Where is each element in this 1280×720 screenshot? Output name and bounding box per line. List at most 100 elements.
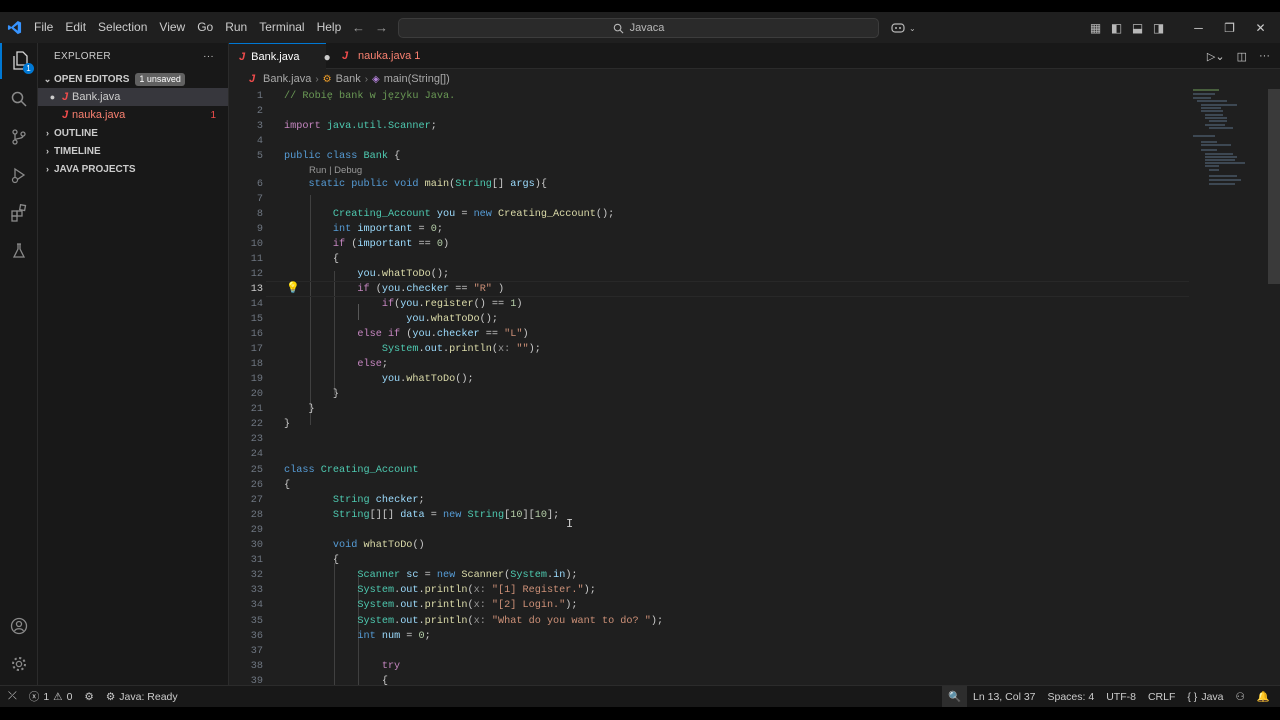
title-bar-right: ▦ ◧ ⬓ ◨ ─ ❐ ✕ [1085,12,1280,43]
bell-icon: 🔔 [1256,691,1270,703]
code-line: 28 String[][] data = new String[10][10]; [250,510,560,521]
accounts-activity-button[interactable] [0,608,38,644]
minimize-icon[interactable]: ─ [1183,21,1214,35]
tab-bank-java[interactable]: J Bank.java ● [229,43,331,69]
run-debug-icon [11,167,26,184]
open-editor-nauka-java[interactable]: J nauka.java 1 [38,106,228,124]
minimap-line [1193,97,1211,99]
remote-indicator[interactable]: ⤫ [0,686,23,708]
code-line: 8 Creating_Account you = new Creating_Ac… [256,209,615,220]
explorer-activity-button[interactable]: 1 [0,43,38,79]
menu-terminal[interactable]: Terminal [253,12,310,43]
remote-icon: ⤫ [8,690,17,702]
minimap-line [1201,104,1237,106]
code-line: 24 [250,449,263,460]
code-line: 36 int num = 0; [250,631,431,642]
menu-edit[interactable]: Edit [59,12,92,43]
code-line: 29 [250,525,263,536]
outline-section[interactable]: › OUTLINE [38,124,228,142]
debug-indicator[interactable]: ⚙ [78,686,99,708]
manage-activity-button[interactable] [0,646,38,682]
notifications[interactable]: 🔔 [1251,686,1280,708]
breadcrumb-method[interactable]: main(String[]) [384,73,450,85]
testing-activity-button[interactable] [0,233,38,269]
indentation[interactable]: Spaces: 4 [1042,686,1101,708]
restore-icon[interactable]: ❐ [1214,21,1245,35]
java-file-icon: J [61,91,69,103]
more-actions-icon[interactable]: ··· [1259,50,1270,62]
toggle-panel-icon[interactable]: ⬓ [1127,21,1148,35]
more-actions-icon[interactable]: ··· [203,51,214,62]
encoding[interactable]: UTF-8 [1100,686,1142,708]
forward-arrow-icon[interactable]: → [375,20,388,35]
codelens-run-debug[interactable]: Run | Debug [309,163,362,178]
java-status[interactable]: ⚙ Java: Ready [100,686,184,708]
code-line: 34 System.out.println(x: "[2] Login."); [250,600,578,611]
back-arrow-icon[interactable]: ← [352,20,365,35]
search-activity-button[interactable] [0,81,38,117]
menu-run[interactable]: Run [219,12,253,43]
chevron-down-icon: ⌄ [909,23,916,33]
copilot-icon [891,23,905,33]
cursor-position[interactable]: Ln 13, Col 37 [967,686,1041,708]
editor-actions: ▷⌄ ◫ ··· [1207,43,1270,69]
copilot-status[interactable]: ⚇ [1230,686,1251,708]
minimap-line [1209,179,1241,181]
breadcrumb-file[interactable]: Bank.java [263,73,311,85]
code-line: 13 if (you.checker == "R" ) [250,284,505,295]
code-line: 9 int important = 0; [256,224,444,235]
open-editor-bank-java[interactable]: ● J Bank.java [38,88,228,106]
run-icon[interactable]: ▷⌄ [1207,50,1225,63]
breadcrumb-class[interactable]: Bank [336,73,361,85]
code-line: 26{ [250,480,291,491]
java-projects-section[interactable]: › JAVA PROJECTS [38,160,228,178]
customize-layout-icon[interactable]: ▦ [1085,21,1106,35]
open-editors-label: OPEN EDITORS [54,73,130,85]
editor-tabs: J Bank.java ● J nauka.java 1 ▷⌄ ◫ ··· [229,43,1280,69]
menu-help[interactable]: Help [311,12,348,43]
close-icon[interactable]: ✕ [1245,21,1276,35]
end-of-line[interactable]: CRLF [1142,686,1181,708]
breadcrumb: J Bank.java › ⚙ Bank › ◈ main(String[]) [229,69,1189,89]
code-editor[interactable]: 1// Robię bank w języku Java. 2 3 import … [229,89,1280,685]
vertical-scrollbar[interactable] [1268,89,1280,284]
open-editors-section[interactable]: ⌄ OPEN EDITORS 1 unsaved [38,70,228,88]
zoom-icon: 🔍 [947,691,962,703]
split-editor-icon[interactable]: ◫ [1237,50,1247,63]
language-name: Java [1201,690,1224,703]
menu-view[interactable]: View [153,12,191,43]
language-mode[interactable]: { } Java [1181,686,1229,708]
copilot-button[interactable]: ⌄ [891,18,929,38]
source-control-icon [12,129,26,145]
minimap-line [1201,107,1221,109]
timeline-label: TIMELINE [54,145,101,157]
menu-go[interactable]: Go [191,12,219,43]
tab-nauka-java[interactable]: J nauka.java 1 [328,43,430,69]
menu-selection[interactable]: Selection [92,12,153,43]
minimap-line [1197,100,1227,102]
timeline-section[interactable]: › TIMELINE [38,142,228,160]
toggle-secondary-sidebar-icon[interactable]: ◨ [1148,21,1169,35]
unsaved-dot-icon[interactable]: ● [47,92,58,102]
tab-label: Bank.java [251,50,300,63]
problems-indicator[interactable]: ⓧ 1 ⚠ 0 [23,686,79,708]
chevron-right-icon: › [364,73,369,85]
zoom-indicator[interactable]: 🔍 [941,685,968,708]
command-center-search[interactable]: Javaca [398,18,879,38]
minimap-line [1205,162,1245,164]
extensions-activity-button[interactable] [0,195,38,231]
explorer-title: EXPLORER [54,51,111,62]
toggle-sidebar-icon[interactable]: ◧ [1106,21,1127,35]
source-control-activity-button[interactable] [0,119,38,155]
menu-file[interactable]: File [28,12,59,43]
gear-icon [12,657,26,671]
search-icon [11,91,27,107]
code-line: 21 } [250,404,315,415]
warning-icon: ⚠ [53,690,63,703]
minimap-line [1201,149,1217,151]
minimap[interactable] [1189,89,1269,685]
run-debug-activity-button[interactable] [0,157,38,193]
lightbulb-icon[interactable]: 💡 [286,281,300,294]
code-line: 12 you.whatToDo(); [250,269,450,280]
minimap-line [1205,124,1225,126]
